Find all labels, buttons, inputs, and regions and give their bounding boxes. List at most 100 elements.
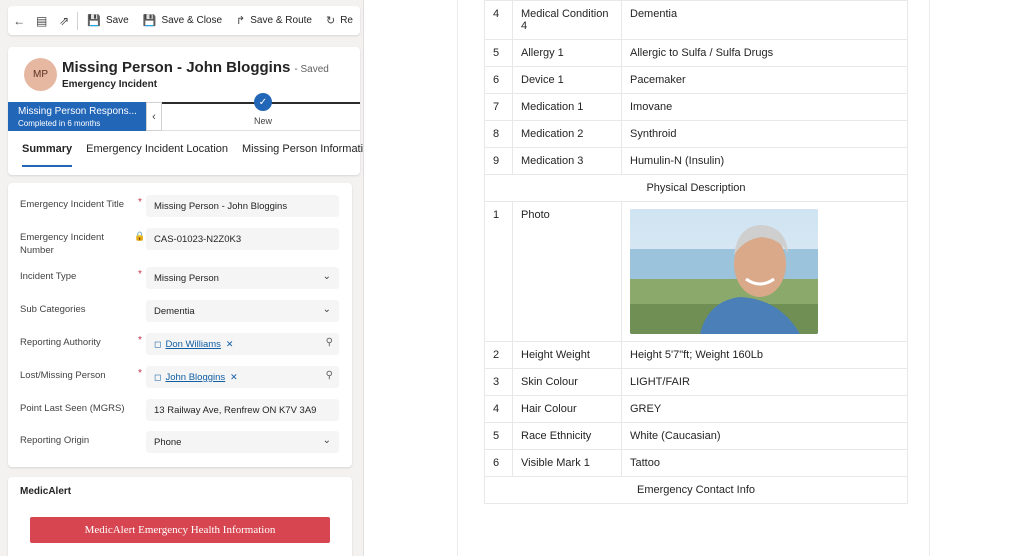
- incident-title-input[interactable]: Missing Person - John Bloggins: [146, 195, 339, 217]
- lock-icon: 🔒: [134, 231, 146, 241]
- incident-type-value: Missing Person: [154, 273, 219, 284]
- remove-icon[interactable]: ✕: [230, 372, 238, 382]
- search-icon[interactable]: ⚲: [326, 337, 333, 348]
- row-key: Medical Condition 4: [512, 0, 622, 40]
- section-heading: Physical Description: [484, 174, 908, 202]
- open-new-window-icon[interactable]: ⇗: [53, 6, 75, 35]
- required-icon: *: [138, 335, 142, 346]
- row-key: Hair Colour: [512, 395, 622, 423]
- reporting-authority-lookup[interactable]: ◻ Don Williams ✕ ⚲: [146, 333, 339, 355]
- table-row: 5 Race Ethnicity White (Caucasian): [484, 422, 908, 450]
- section-title: MedicAlert: [20, 486, 72, 497]
- row-number: 4: [484, 395, 513, 423]
- chevron-left-icon[interactable]: ‹: [146, 102, 162, 131]
- row-key: Medication 3: [512, 147, 622, 175]
- row-value: Humulin-N (Insulin): [621, 147, 908, 175]
- section-row: Physical Description: [484, 174, 908, 202]
- missing-person-link[interactable]: John Bloggins: [165, 372, 225, 383]
- field-label: Sub Categories: [20, 304, 86, 315]
- missing-person-lookup[interactable]: ◻ John Bloggins ✕ ⚲: [146, 366, 339, 388]
- remove-icon[interactable]: ✕: [226, 339, 234, 349]
- command-bar: ← ▤ ⇗ 💾 Save 💾 Save & Close ↱ Save & Route …: [8, 6, 360, 35]
- record-title: Missing Person - John Bloggins: [62, 59, 291, 76]
- refresh-icon: ↻: [325, 15, 336, 27]
- table-row: 6 Visible Mark 1 Tattoo: [484, 449, 908, 477]
- required-icon: *: [138, 269, 142, 280]
- tab-missing-person-info[interactable]: Missing Person Informati: [242, 143, 363, 167]
- table-row: 7 Medication 1 Imovane: [484, 93, 908, 121]
- row-value: Height 5'7"ft; Weight 160Lb: [621, 341, 908, 369]
- bpf-active-stage[interactable]: Missing Person Respons... Completed in 6…: [8, 102, 146, 131]
- person-photo: [630, 209, 818, 334]
- refresh-button[interactable]: ↻ Re: [319, 6, 360, 35]
- reporting-origin-value: Phone: [154, 437, 182, 448]
- incident-type-select[interactable]: Missing Person ⌄: [146, 267, 339, 289]
- row-key: Medication 1: [512, 93, 622, 121]
- bpf-stage-duration: Completed in 6 months: [18, 119, 101, 128]
- table-row: 1 Photo: [484, 201, 908, 342]
- save-label: Save: [105, 15, 129, 26]
- section-row: Emergency Contact Info: [484, 476, 908, 504]
- chevron-down-icon: ⌄: [322, 304, 331, 315]
- row-value: Dementia: [621, 0, 908, 40]
- table-row: 9 Medication 3 Humulin-N (Insulin): [484, 147, 908, 175]
- avatar: MP: [24, 58, 57, 91]
- document-page: 4 Medical Condition 4 Dementia 5 Allergy 1A…: [457, 0, 930, 556]
- tab-incident-location[interactable]: Emergency Incident Location: [86, 143, 228, 167]
- bpf-stage-name: Missing Person Respons...: [18, 106, 136, 117]
- row-value: Imovane: [621, 93, 908, 121]
- table-row: 5 Allergy 1 Allergic to Sulfa / Sulfa Drug…: [484, 39, 908, 67]
- reporting-authority-link[interactable]: Don Williams: [165, 339, 220, 350]
- refresh-label: Re: [340, 15, 353, 26]
- toolbar-divider: [77, 11, 79, 30]
- reporting-origin-select[interactable]: Phone ⌄: [146, 431, 339, 453]
- row-value: Synthroid: [621, 120, 908, 148]
- sub-categories-select[interactable]: Dementia ⌄: [146, 300, 339, 322]
- table-row: 3 Skin Colour LIGHT/FAIR: [484, 368, 908, 396]
- chevron-down-icon: ⌄: [322, 271, 331, 282]
- field-label: Reporting Origin: [20, 435, 90, 446]
- row-key: Device 1: [512, 66, 622, 94]
- section-heading: Emergency Contact Info: [484, 476, 908, 504]
- table-row: 4 Hair Colour GREY: [484, 395, 908, 423]
- row-key: Allergy 1: [512, 39, 622, 67]
- back-arrow-icon[interactable]: ←: [8, 6, 30, 35]
- form-tabs: Summary Emergency Incident Location Miss…: [22, 143, 363, 167]
- medicalert-info-button[interactable]: MedicAlert Emergency Health Information: [30, 517, 330, 543]
- row-key: Skin Colour: [512, 368, 622, 396]
- field-label: Lost/Missing Person: [20, 370, 106, 381]
- row-value: GREY: [621, 395, 908, 423]
- row-number: 7: [484, 93, 513, 121]
- tab-summary[interactable]: Summary: [22, 143, 73, 167]
- point-last-seen-input[interactable]: 13 Railway Ave, Renfrew ON K7V 3A9: [146, 399, 339, 421]
- bpf-stage-new[interactable]: New: [254, 116, 272, 126]
- row-number: 1: [484, 201, 513, 342]
- incident-number-field: CAS-01023-N2Z0K3: [146, 228, 339, 250]
- search-icon[interactable]: ⚲: [326, 370, 333, 381]
- row-number: 6: [484, 66, 513, 94]
- save-close-label: Save & Close: [161, 15, 223, 26]
- table-row: 8 Medication 2 Synthroid: [484, 120, 908, 148]
- table-row: 4 Medical Condition 4 Dementia: [484, 0, 908, 40]
- save-button[interactable]: 💾 Save: [80, 6, 136, 35]
- row-value: [621, 201, 908, 342]
- required-icon: *: [138, 197, 142, 208]
- row-key: Race Ethnicity: [512, 422, 622, 450]
- table-row: 2 Height Weight Height 5'7"ft; Weight 160L…: [484, 341, 908, 369]
- row-key: Visible Mark 1: [512, 449, 622, 477]
- row-number: 5: [484, 39, 513, 67]
- checkmark-icon[interactable]: ✓: [254, 93, 272, 111]
- form-view-icon[interactable]: ▤: [30, 6, 52, 35]
- page-title: Missing Person - John Bloggins - Saved: [62, 59, 329, 76]
- save-route-button[interactable]: ↱ Save & Route: [229, 6, 319, 35]
- field-label: Reporting Authority: [20, 337, 101, 348]
- contact-card-icon: ◻: [154, 339, 162, 349]
- row-value: LIGHT/FAIR: [621, 368, 908, 396]
- field-label: Point Last Seen (MGRS): [20, 403, 125, 414]
- save-icon: 💾: [87, 15, 101, 27]
- save-close-button[interactable]: 💾 Save & Close: [136, 6, 229, 35]
- row-key: Photo: [512, 201, 622, 342]
- sub-categories-value: Dementia: [154, 306, 195, 317]
- row-number: 4: [484, 0, 513, 40]
- save-close-icon: 💾: [142, 15, 157, 27]
